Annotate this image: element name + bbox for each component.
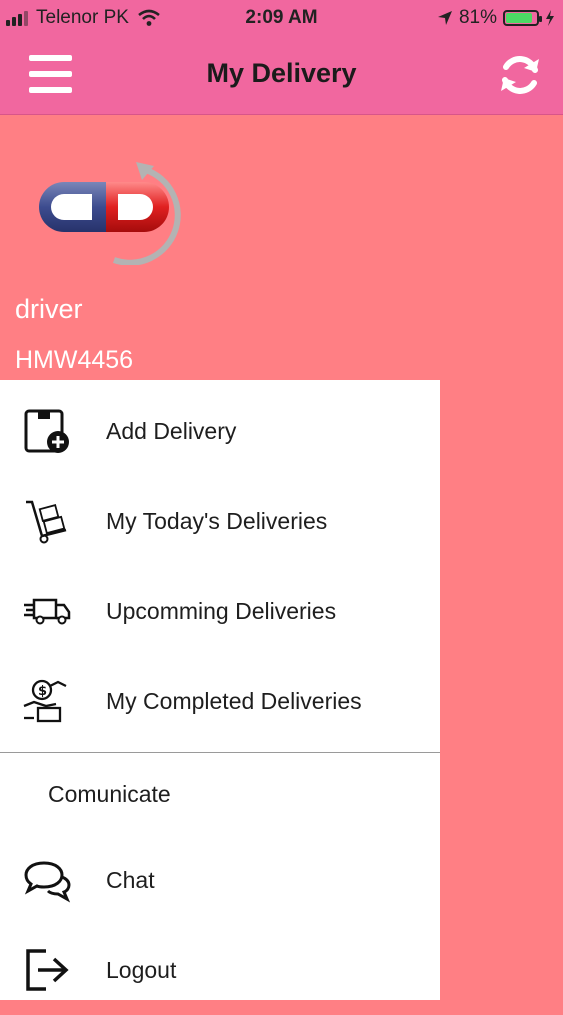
delivery-truck-icon <box>24 598 71 625</box>
battery-icon <box>503 10 542 26</box>
menu-item-label: My Completed Deliveries <box>106 688 362 714</box>
menu-item-label: Chat <box>106 867 155 893</box>
menu-item-upcoming-deliveries[interactable]: Upcomming Deliveries <box>0 566 440 656</box>
app-header: My Delivery <box>0 36 563 115</box>
logout-icon <box>26 949 69 991</box>
section-title: Comunicate <box>48 781 171 807</box>
battery-percent: 81% <box>458 7 497 28</box>
menu-item-add-delivery[interactable]: Add Delivery <box>0 386 440 476</box>
drawer-menu: Add Delivery My Today's Deliveries Upcom… <box>0 380 440 1000</box>
menu-item-chat[interactable]: Chat <box>0 835 440 925</box>
chat-icon <box>24 861 71 903</box>
location-arrow-icon <box>437 11 452 25</box>
add-package-icon <box>24 409 69 453</box>
charging-bolt-icon <box>546 10 554 26</box>
menu-item-label: Upcomming Deliveries <box>106 598 337 624</box>
menu-item-completed-deliveries[interactable]: $ My Completed Deliveries <box>0 656 440 746</box>
menu-item-label: Add Delivery <box>106 418 237 444</box>
page-title: My Delivery <box>206 58 357 88</box>
hand-truck-icon <box>26 500 67 544</box>
menu-item-logout[interactable]: Logout <box>0 925 440 1015</box>
svg-text:$: $ <box>38 684 47 699</box>
menu-divider <box>0 752 440 753</box>
payment-hand-icon: $ <box>23 679 67 723</box>
status-right: 81% <box>437 7 555 29</box>
user-code: HMW4456 <box>15 346 134 374</box>
menu-item-today-deliveries[interactable]: My Today's Deliveries <box>0 476 440 566</box>
user-name: driver <box>15 294 83 324</box>
refresh-icon[interactable] <box>495 50 545 100</box>
status-bar: Telenor PK 2:09 AM 81% <box>0 0 563 36</box>
app-logo <box>39 162 181 265</box>
menu-item-label: My Today's Deliveries <box>106 508 328 534</box>
menu-item-label: Logout <box>106 957 177 983</box>
